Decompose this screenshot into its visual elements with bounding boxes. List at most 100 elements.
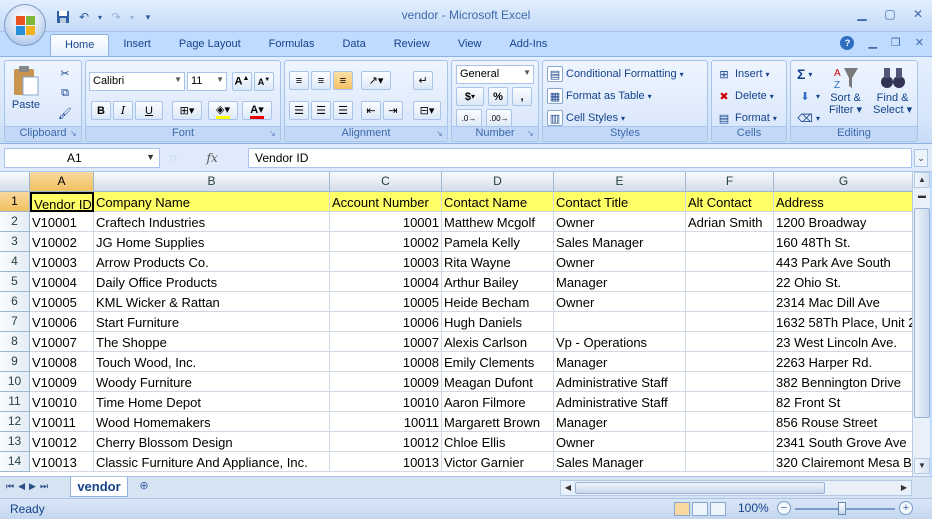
data-cell[interactable]: Arrow Products Co. xyxy=(94,252,330,272)
column-header-e[interactable]: E xyxy=(554,172,686,192)
workbook-restore-icon[interactable]: ❐ xyxy=(891,36,901,50)
data-cell[interactable]: 2263 Harper Rd. xyxy=(774,352,912,372)
data-cell[interactable]: Manager xyxy=(554,272,686,292)
header-cell[interactable]: Alt Contact xyxy=(686,192,774,212)
office-button[interactable] xyxy=(4,4,46,46)
font-color-button[interactable]: A▾ xyxy=(242,101,272,120)
data-cell[interactable]: Rita Wayne xyxy=(442,252,554,272)
workbook-close-icon[interactable]: ✕ xyxy=(915,36,924,50)
row-header[interactable]: 13 xyxy=(0,432,30,452)
zoom-slider-thumb[interactable] xyxy=(838,502,846,515)
data-cell[interactable]: Aaron Filmore xyxy=(442,392,554,412)
data-cell[interactable] xyxy=(686,232,774,252)
data-cell[interactable]: Margarett Brown xyxy=(442,412,554,432)
number-format-combo[interactable]: General ▼ xyxy=(456,65,534,84)
data-cell[interactable]: Administrative Staff xyxy=(554,392,686,412)
name-box[interactable]: A1 ▼ xyxy=(4,148,160,168)
formula-input[interactable]: Vendor ID xyxy=(248,148,912,168)
decrease-indent-button[interactable]: ⇤ xyxy=(361,101,381,120)
data-cell[interactable]: Craftech Industries xyxy=(94,212,330,232)
data-cell[interactable] xyxy=(686,252,774,272)
vertical-scroll-thumb[interactable] xyxy=(914,208,930,418)
tab-insert[interactable]: Insert xyxy=(109,34,165,56)
data-cell[interactable]: 82 Front St xyxy=(774,392,912,412)
data-cell[interactable]: V10003 xyxy=(30,252,94,272)
column-header-b[interactable]: B xyxy=(94,172,330,192)
sheet-tab-vendor[interactable]: vendor xyxy=(70,477,128,497)
data-cell[interactable] xyxy=(686,352,774,372)
data-cell[interactable]: 10013 xyxy=(330,452,442,472)
maximize-icon[interactable]: ▢ xyxy=(882,6,898,22)
data-cell[interactable]: Manager xyxy=(554,352,686,372)
percent-button[interactable]: % xyxy=(488,87,508,106)
data-cell[interactable]: 2341 South Grove Ave xyxy=(774,432,912,452)
increase-indent-button[interactable]: ⇥ xyxy=(383,101,403,120)
find-select-button[interactable]: Find & Select ▾ xyxy=(873,64,912,116)
data-cell[interactable] xyxy=(686,432,774,452)
data-cell[interactable]: 10002 xyxy=(330,232,442,252)
data-cell[interactable]: Administrative Staff xyxy=(554,372,686,392)
font-size-combo[interactable]: 11 ▼ xyxy=(187,72,227,91)
tab-review[interactable]: Review xyxy=(380,34,444,56)
data-cell[interactable] xyxy=(554,312,686,332)
zoom-out-icon[interactable]: − xyxy=(777,501,791,515)
data-cell[interactable]: Manager xyxy=(554,412,686,432)
zoom-level[interactable]: 100% xyxy=(738,501,769,515)
font-launcher-icon[interactable]: ↘ xyxy=(269,130,277,138)
data-cell[interactable]: Sales Manager xyxy=(554,452,686,472)
bold-button[interactable]: B xyxy=(91,101,111,120)
row-header[interactable]: 4 xyxy=(0,252,30,272)
number-launcher-icon[interactable]: ↘ xyxy=(527,130,535,138)
data-cell[interactable]: Meagan Dufont xyxy=(442,372,554,392)
close-icon[interactable]: ✕ xyxy=(910,6,926,22)
underline-button[interactable]: U xyxy=(135,101,163,120)
header-cell[interactable]: Account Number xyxy=(330,192,442,212)
header-cell[interactable]: Vendor ID xyxy=(30,192,94,212)
data-cell[interactable]: Owner xyxy=(554,212,686,232)
data-cell[interactable]: V10002 xyxy=(30,232,94,252)
data-cell[interactable]: 10001 xyxy=(330,212,442,232)
split-box-icon[interactable]: ▬ xyxy=(914,189,930,205)
insert-function-button[interactable]: fx xyxy=(207,151,218,165)
borders-button[interactable]: ⊞▾ xyxy=(172,101,202,120)
data-cell[interactable]: KML Wicker & Rattan xyxy=(94,292,330,312)
data-cell[interactable]: Woody Furniture xyxy=(94,372,330,392)
data-cell[interactable]: 2314 Mac Dill Ave xyxy=(774,292,912,312)
data-cell[interactable]: Arthur Bailey xyxy=(442,272,554,292)
data-cell[interactable]: 22 Ohio St. xyxy=(774,272,912,292)
data-cell[interactable]: V10004 xyxy=(30,272,94,292)
expand-formula-bar-icon[interactable]: ⌄ xyxy=(914,149,928,167)
insert-sheet-icon[interactable]: ⊕ xyxy=(132,479,156,495)
data-cell[interactable]: Adrian Smith xyxy=(686,212,774,232)
row-header[interactable]: 2 xyxy=(0,212,30,232)
row-header[interactable]: 3 xyxy=(0,232,30,252)
data-cell[interactable]: V10009 xyxy=(30,372,94,392)
data-cell[interactable]: V10010 xyxy=(30,392,94,412)
tab-data[interactable]: Data xyxy=(328,34,379,56)
data-cell[interactable]: V10011 xyxy=(30,412,94,432)
data-cell[interactable]: V10007 xyxy=(30,332,94,352)
data-cell[interactable]: Alexis Carlson xyxy=(442,332,554,352)
data-cell[interactable]: V10001 xyxy=(30,212,94,232)
data-cell[interactable]: Hugh Daniels xyxy=(442,312,554,332)
data-cell[interactable]: Owner xyxy=(554,292,686,312)
formula-splitter-icon[interactable]: ◌ xyxy=(170,152,177,164)
cut-button[interactable]: ✂ xyxy=(57,65,73,81)
align-bottom-button[interactable]: ≡ xyxy=(333,71,353,90)
header-cell[interactable]: Contact Name xyxy=(442,192,554,212)
prev-sheet-icon[interactable]: ◀ xyxy=(18,481,25,492)
first-sheet-icon[interactable]: ⏮ xyxy=(6,481,14,492)
data-cell[interactable] xyxy=(686,332,774,352)
data-cell[interactable]: 443 Park Ave South xyxy=(774,252,912,272)
data-cell[interactable]: Daily Office Products xyxy=(94,272,330,292)
align-left-button[interactable]: ☰ xyxy=(289,101,309,120)
data-cell[interactable]: Start Furniture xyxy=(94,312,330,332)
format-painter-button[interactable]: 🖌 xyxy=(57,105,73,121)
horizontal-scrollbar[interactable]: ◀ ▶ xyxy=(560,480,912,496)
data-cell[interactable]: V10008 xyxy=(30,352,94,372)
tab-page-layout[interactable]: Page Layout xyxy=(165,34,255,56)
data-cell[interactable]: 160 48Th St. xyxy=(774,232,912,252)
data-cell[interactable] xyxy=(686,272,774,292)
cell-styles-button[interactable]: ▥ Cell Styles ▾ xyxy=(547,110,625,126)
scroll-down-icon[interactable]: ▼ xyxy=(914,458,930,474)
